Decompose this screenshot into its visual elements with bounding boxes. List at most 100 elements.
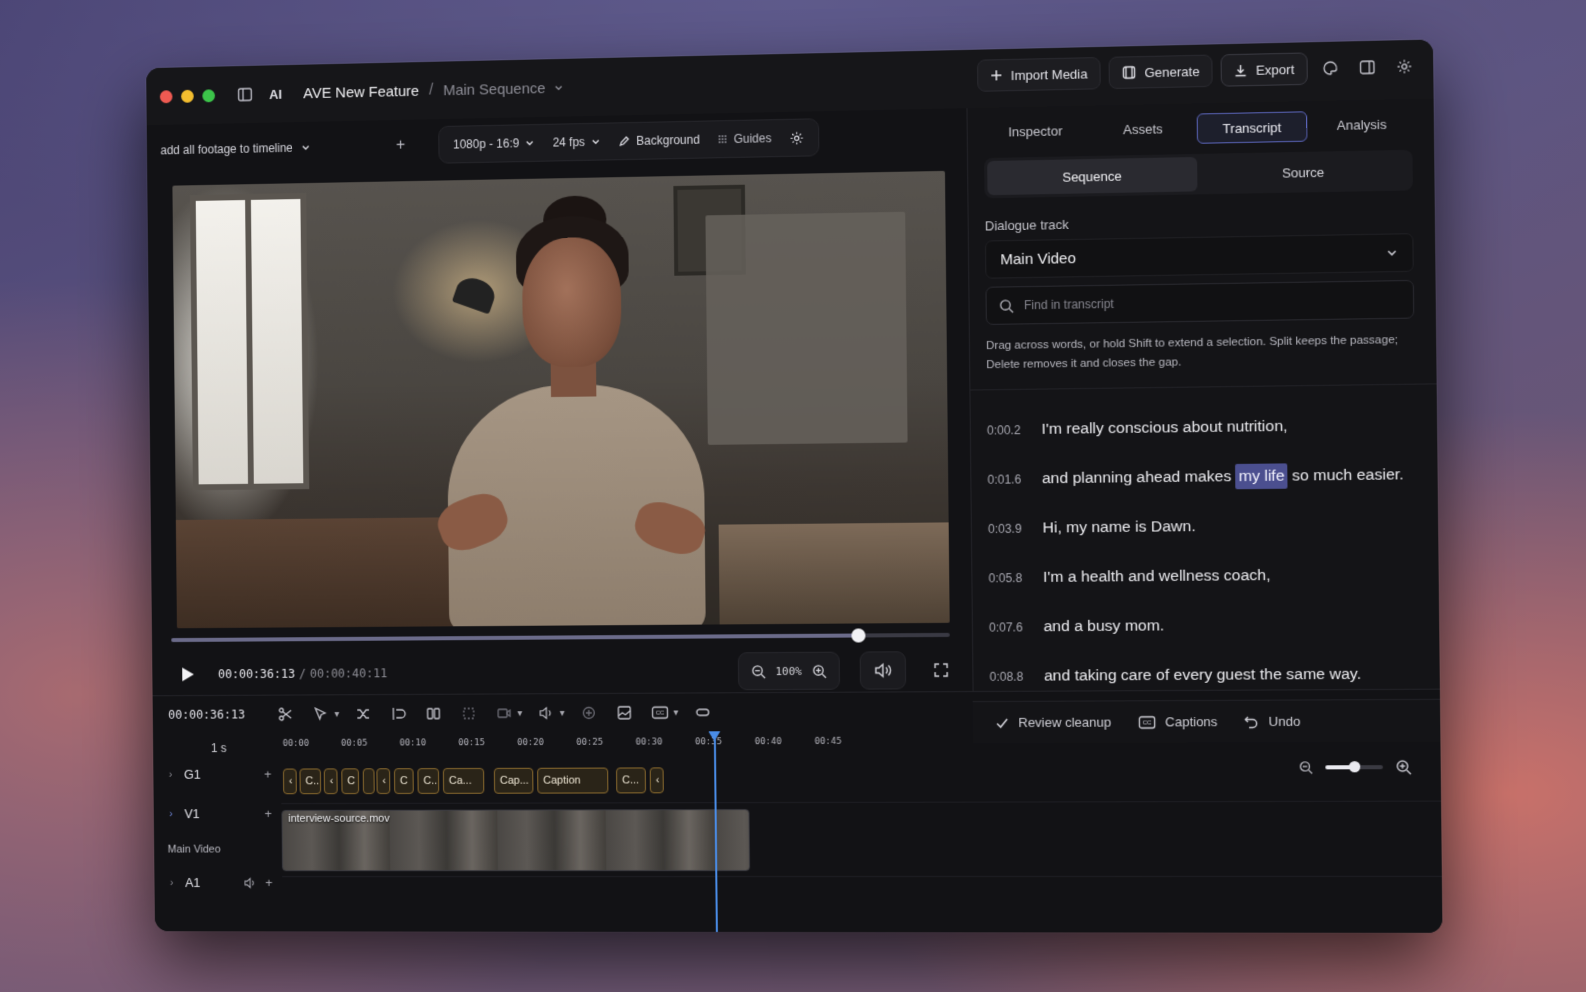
play-icon[interactable] (181, 663, 202, 685)
transcript-line[interactable]: 0:07.6 and a busy mom. (989, 599, 1428, 652)
line-text[interactable]: I'm really conscious about nutrition, (1041, 417, 1287, 438)
chevron-down-icon[interactable]: ▾ (673, 707, 678, 718)
caption-clip[interactable]: Ca... (442, 767, 485, 794)
camera-icon[interactable] (492, 701, 516, 725)
line-text[interactable]: and a busy mom. (1043, 617, 1164, 636)
crop-icon[interactable] (456, 702, 480, 726)
image-frame-icon[interactable] (612, 701, 636, 725)
chevron-right-icon[interactable]: › (170, 877, 174, 889)
track-header-g1[interactable]: › G1 + (169, 767, 272, 782)
maximize-window-button[interactable] (202, 88, 216, 102)
line-text[interactable]: Hi, my name is Dawn. (1042, 517, 1195, 537)
line-timestamp: 0:03.9 (987, 521, 1022, 536)
zoom-in-icon[interactable] (812, 663, 827, 678)
generate-button[interactable]: Generate (1108, 54, 1214, 90)
captions-button[interactable]: CC Captions (1138, 714, 1218, 731)
scrubber-handle[interactable] (851, 628, 866, 643)
undo-button[interactable]: Undo (1244, 714, 1300, 729)
sequence-dropdown[interactable]: Main Sequence (443, 79, 563, 99)
caption-clip[interactable]: ‹ (323, 768, 338, 795)
caption-clip[interactable]: C... (616, 767, 646, 794)
scissors-icon[interactable] (274, 702, 298, 726)
tab-transcript[interactable]: Transcript (1196, 111, 1308, 144)
fullscreen-icon[interactable] (930, 659, 952, 681)
clip-dropdown[interactable]: add all footage to timeline + (160, 136, 415, 159)
timeline-scale[interactable]: 1 s (211, 741, 227, 755)
track-name: A1 (184, 875, 201, 890)
video-clip[interactable]: interview-source.mov (281, 809, 751, 872)
video-preview[interactable] (172, 170, 950, 629)
dialogue-track-dropdown[interactable]: Main Video (984, 233, 1414, 279)
add-track-button[interactable]: + (264, 767, 272, 782)
closed-captions-icon[interactable]: CC (648, 701, 672, 725)
transcript-line[interactable]: 0:05.8 I'm a health and wellness coach, (988, 549, 1427, 602)
chevron-down-icon[interactable]: ▾ (517, 708, 522, 719)
transcript-lines: 0:00.2 I'm really conscious about nutrit… (987, 400, 1429, 701)
transcript-search-input[interactable] (1023, 292, 1392, 313)
ai-button[interactable]: AI (269, 86, 282, 101)
caption-clip[interactable]: C (341, 768, 360, 795)
line-text[interactable]: and taking care of every guest the same … (1044, 665, 1361, 685)
caption-clip[interactable]: Caption (537, 767, 609, 794)
line-text[interactable]: I'm a health and wellness coach, (1043, 566, 1271, 586)
zoom-out-icon[interactable] (750, 664, 766, 679)
review-cleanup-button[interactable]: Review cleanup (995, 715, 1111, 731)
tab-analysis[interactable]: Analysis (1307, 109, 1416, 142)
selected-words[interactable]: my life (1235, 462, 1288, 489)
film-icon (1122, 65, 1136, 79)
split-clip-icon[interactable] (421, 702, 445, 726)
caption-clip[interactable]: ‹ (376, 768, 391, 795)
add-track-button[interactable]: + (264, 806, 272, 821)
caption-clip[interactable]: ‹ (282, 768, 297, 795)
sidebar-toggle-icon[interactable] (234, 83, 256, 105)
effects-icon[interactable] (576, 701, 600, 725)
chevron-down-icon[interactable]: ▾ (560, 708, 565, 719)
ruler-tick: 00:10 (399, 738, 427, 749)
caption-clip[interactable]: C... (299, 768, 322, 795)
shuffle-icon[interactable] (351, 702, 375, 726)
transcript-hint: Drag across words, or hold Shift to exte… (986, 334, 1399, 372)
settings-gear-icon[interactable] (1390, 52, 1419, 81)
chevron-right-icon[interactable]: › (169, 808, 173, 820)
track-header-v1[interactable]: › V1 + (169, 806, 272, 821)
trim-start-icon[interactable] (386, 702, 410, 726)
export-button[interactable]: Export (1220, 52, 1308, 87)
header-actions: Import Media Generate Export (977, 50, 1419, 92)
segment-source[interactable]: Source (1197, 153, 1410, 191)
speaker-icon[interactable] (244, 877, 258, 889)
viewer-settings-gear-icon[interactable] (789, 130, 804, 145)
view-controls: 1080p - 16:9 24 fps Background Guides (438, 118, 820, 164)
minimize-window-button[interactable] (181, 89, 194, 103)
tab-assets[interactable]: Assets (1089, 114, 1197, 146)
add-track-button[interactable]: + (265, 875, 273, 890)
chevron-right-icon[interactable]: › (169, 768, 173, 780)
caption-clip[interactable]: ‹ (649, 767, 664, 794)
close-window-button[interactable] (159, 89, 173, 103)
caption-clip[interactable] (362, 768, 375, 795)
transcript-line[interactable]: 0:03.9 Hi, my name is Dawn. (988, 499, 1427, 553)
add-clip-button[interactable]: + (396, 137, 405, 155)
caption-clip[interactable]: C... (417, 768, 440, 794)
pointer-icon[interactable] (309, 702, 333, 726)
resolution-dropdown[interactable]: 1080p - 16:9 (453, 136, 535, 152)
guides-button[interactable]: Guides (718, 131, 772, 146)
volume-button[interactable] (859, 651, 907, 690)
background-button[interactable]: Background (618, 133, 700, 149)
transcript-line[interactable]: 0:00.2 I'm really conscious about nutrit… (987, 400, 1426, 455)
fps-dropdown[interactable]: 24 fps (553, 135, 601, 150)
tab-inspector[interactable]: Inspector (982, 116, 1089, 148)
playback-scrubber[interactable] (171, 628, 950, 643)
segment-sequence[interactable]: Sequence (987, 156, 1198, 196)
import-media-button[interactable]: Import Media (977, 56, 1101, 92)
line-text[interactable]: and planning ahead makes my life so much… (1042, 462, 1404, 489)
audio-volume-icon[interactable] (534, 701, 558, 725)
transcript-line[interactable]: 0:01.6 and planning ahead makes my life … (987, 450, 1426, 504)
chevron-down-icon[interactable]: ▾ (334, 709, 339, 720)
track-header-a1[interactable]: › A1 + (170, 875, 273, 890)
caption-clip[interactable]: Cap... (493, 767, 534, 794)
panel-layout-icon[interactable] (1353, 53, 1382, 82)
viewer-zoom-value[interactable]: 100% (775, 664, 802, 677)
palette-icon[interactable] (1316, 54, 1345, 83)
loop-icon[interactable] (690, 700, 714, 724)
caption-clip[interactable]: C (393, 768, 414, 794)
